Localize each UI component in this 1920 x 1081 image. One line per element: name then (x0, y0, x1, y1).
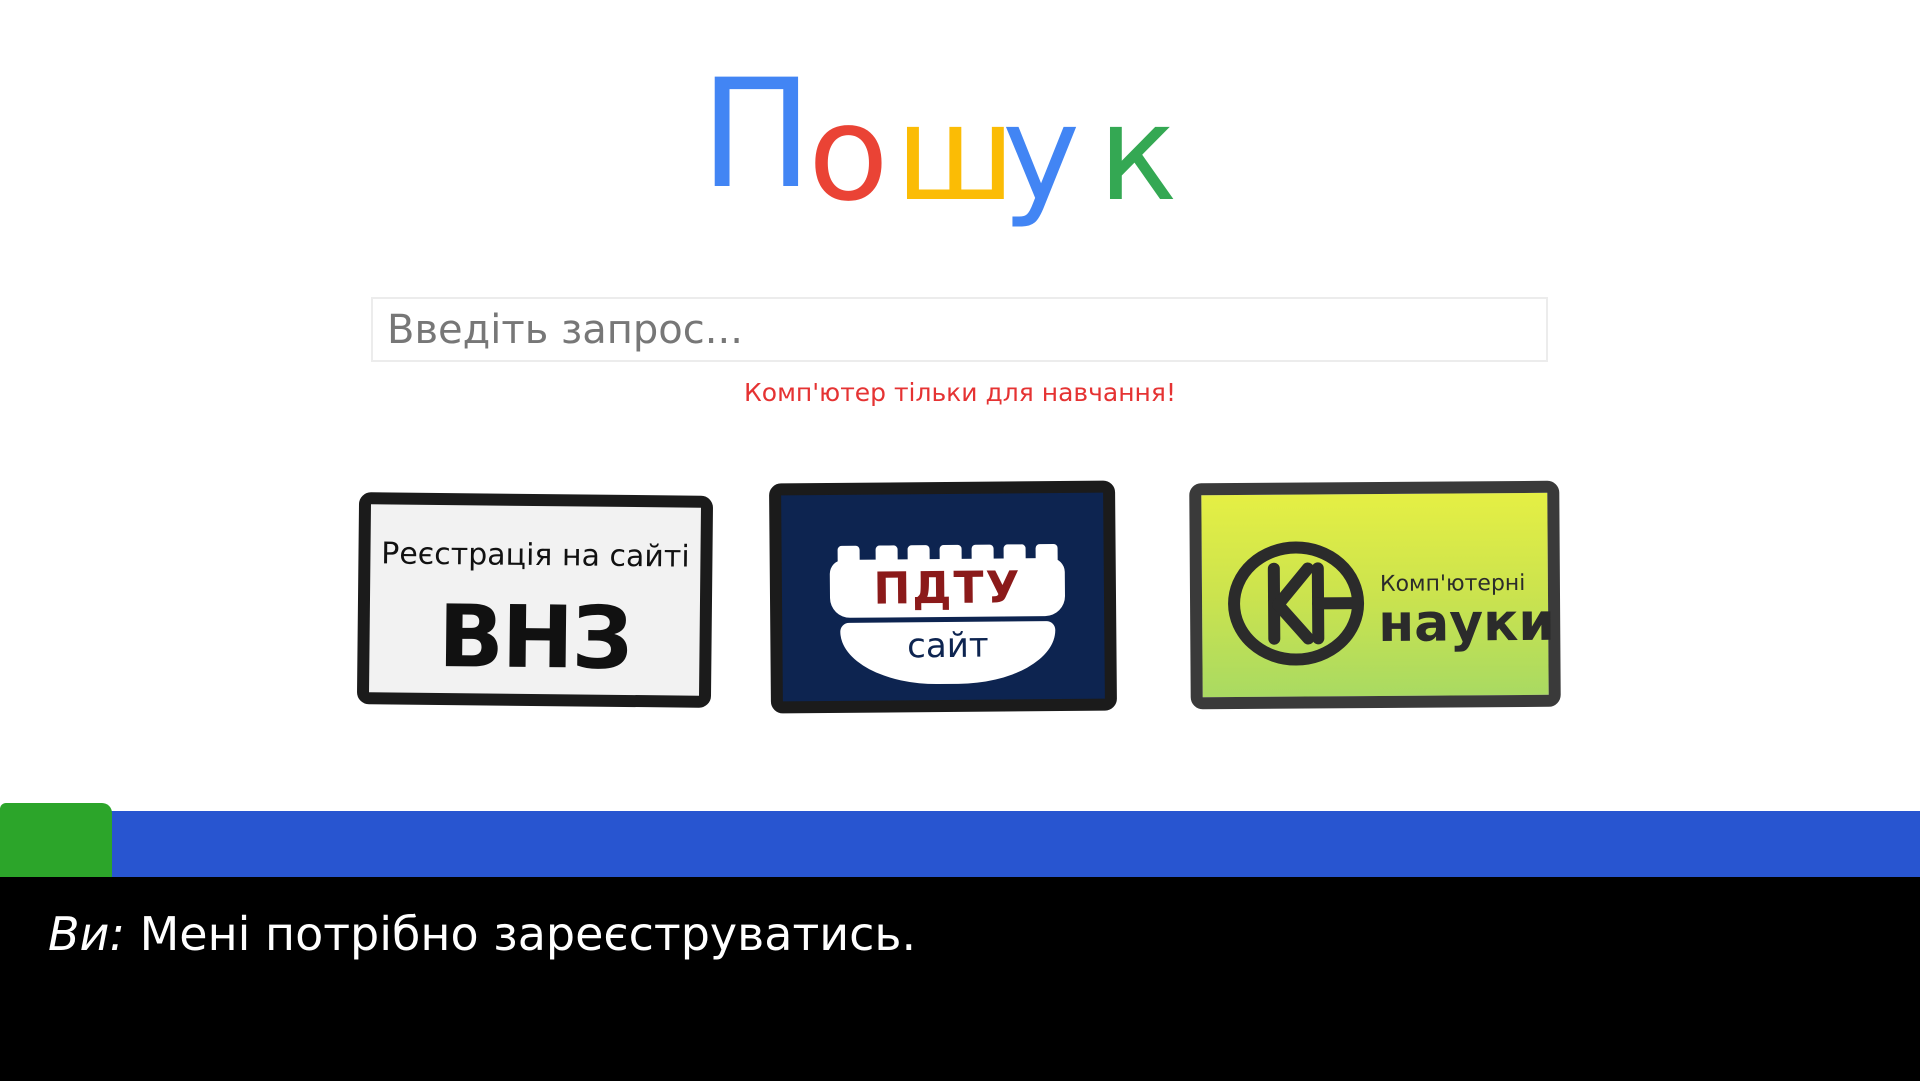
dialog-header-bar (0, 811, 1920, 877)
pdtu-logo-label: ПДТУ (873, 562, 1022, 615)
vnz-card-subtitle: Реєстрація на сайті (381, 536, 690, 575)
search-logo: П о ш у к (700, 60, 1220, 280)
logo-letter-4: у (1002, 77, 1081, 231)
speaker-tab (0, 803, 112, 877)
logo-letter-5: к (1098, 77, 1178, 231)
kn-card-title: науки (1377, 592, 1556, 654)
pdtu-site-card[interactable]: ПДТУ сайт (769, 480, 1117, 714)
logo-letter-1: П (700, 48, 813, 222)
vnz-registration-card[interactable]: Реєстрація на сайті ВНЗ (356, 492, 714, 708)
search-input[interactable] (373, 299, 1546, 360)
warning-text: Комп'ютер тільки для навчання! (744, 378, 1176, 407)
dialog-speaker: Ви: (48, 907, 125, 961)
search-box[interactable] (371, 297, 1548, 362)
logo-letter-3: ш (895, 77, 1016, 231)
dialog-box[interactable]: Ви: Мені потрібно зареєструватись. (0, 877, 1920, 1081)
pdtu-logo-top: ПДТУ (829, 543, 1066, 618)
dialog-line: Ви: Мені потрібно зареєструватись. (48, 907, 916, 961)
pdtu-logo-bottom: сайт (840, 621, 1056, 685)
computer-science-card[interactable]: Комп'ютерні науки (1189, 480, 1561, 710)
logo-letter-2: о (808, 77, 889, 231)
dialog-text: Мені потрібно зареєструватись. (139, 907, 917, 961)
vnz-card-title: ВНЗ (437, 586, 632, 690)
pdtu-site-label: сайт (907, 625, 989, 667)
kn-logo-icon (1228, 541, 1365, 666)
